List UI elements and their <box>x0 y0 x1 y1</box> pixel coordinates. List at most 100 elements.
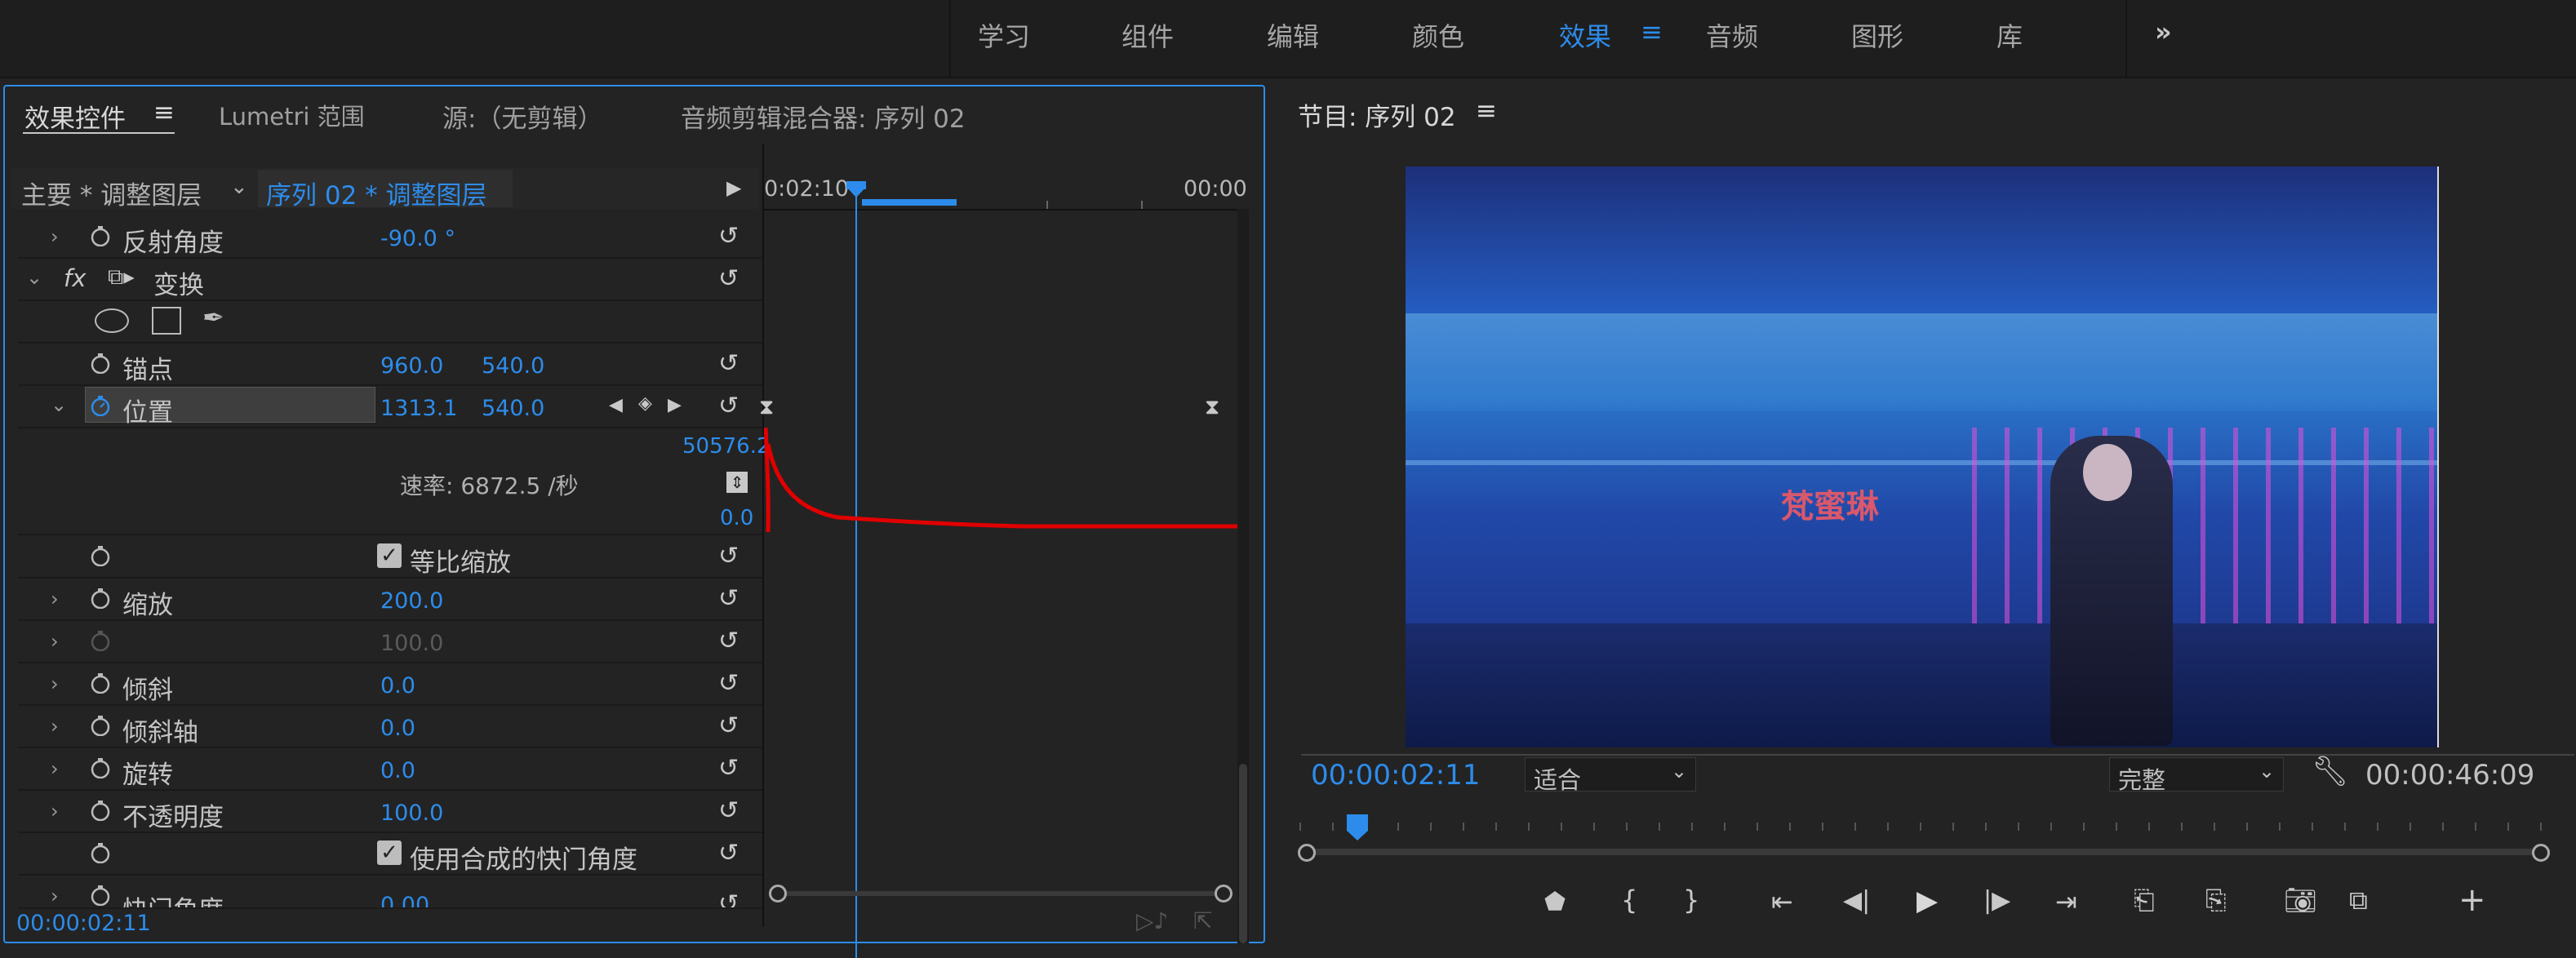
uniform-scale-checkbox[interactable]: ✓ <box>377 543 402 568</box>
scrollbar-thumb[interactable] <box>1239 764 1247 943</box>
reset-icon[interactable]: ↺ <box>718 669 739 698</box>
stopwatch-icon[interactable] <box>90 545 111 566</box>
anchor-y-value[interactable]: 540.0 <box>482 353 544 379</box>
stopwatch-active-icon[interactable] <box>90 395 111 416</box>
video-frame[interactable]: 梵蜜琳 <box>1406 166 2439 747</box>
pen-mask-icon[interactable]: ✒ <box>202 302 224 333</box>
tab-source[interactable]: 源:（无剪辑） <box>442 98 602 135</box>
fit-select[interactable]: 适合 ⌄ <box>1525 757 1696 794</box>
playhead-timecode[interactable]: 00:00:02:11 <box>1311 759 1480 792</box>
stopwatch-icon[interactable] <box>90 225 111 246</box>
reflect-angle-value[interactable]: -90.0 ° <box>380 226 455 251</box>
workspace-effects[interactable]: 效果 <box>1559 16 1611 54</box>
export-icon[interactable]: ⇱ <box>1193 907 1212 934</box>
stopwatch-icon[interactable] <box>90 842 111 863</box>
work-area-bar[interactable] <box>862 199 957 206</box>
sequence-clip-label[interactable]: 序列 02 * 调整图层 <box>266 175 487 211</box>
opacity-value[interactable]: 100.0 <box>380 801 443 826</box>
step-forward-icon[interactable]: |▶ <box>1983 886 2010 915</box>
collapse-chevron-icon[interactable]: ⌄ <box>26 266 42 289</box>
wrench-settings-icon[interactable]: 🔧︎ <box>2312 754 2349 788</box>
reset-icon[interactable]: ↺ <box>718 889 739 907</box>
quality-select[interactable]: 完整 ⌄ <box>2109 757 2284 794</box>
extract-icon[interactable]: ⎘ <box>2205 885 2227 916</box>
zoom-handle-right[interactable] <box>1215 885 1232 903</box>
stopwatch-icon[interactable] <box>90 800 111 821</box>
sequence-clip-box[interactable]: 序列 02 * 调整图层 <box>258 170 513 211</box>
reset-icon[interactable]: ↺ <box>718 796 739 825</box>
position-y-value[interactable]: 540.0 <box>482 396 544 421</box>
play-only-icon[interactable]: ▶ <box>726 176 741 199</box>
stopwatch-icon[interactable] <box>90 353 111 374</box>
reset-icon[interactable]: ↺ <box>718 542 739 570</box>
skew-value[interactable]: 0.0 <box>380 673 415 699</box>
stopwatch-icon[interactable] <box>90 715 111 736</box>
ellipse-mask-icon[interactable] <box>95 308 129 333</box>
reset-icon[interactable]: ↺ <box>718 264 739 293</box>
workspace-libraries[interactable]: 库 <box>1996 16 2023 54</box>
keyframe-icon[interactable]: ⧗ <box>759 395 774 420</box>
left-timecode[interactable]: 00:00:02:11 <box>16 911 151 936</box>
fx-icon[interactable]: fx <box>64 264 86 292</box>
reset-icon[interactable]: ↺ <box>718 712 739 740</box>
reset-icon[interactable]: ↺ <box>718 222 739 251</box>
expand-chevron-icon[interactable]: › <box>51 630 59 653</box>
workspace-color[interactable]: 颜色 <box>1412 16 1464 54</box>
expand-chevron-icon[interactable]: › <box>51 885 59 907</box>
add-keyframe-icon[interactable]: ◈ <box>638 393 652 414</box>
expand-chevron-icon[interactable]: › <box>51 800 59 823</box>
timeline-zoom-bar[interactable] <box>764 876 1239 909</box>
tab-lumetri[interactable]: Lumetri 范围 <box>219 98 365 132</box>
playhead-handle-top[interactable] <box>846 181 866 189</box>
chevron-down-icon[interactable]: ⌄ <box>230 175 248 199</box>
next-keyframe-icon[interactable]: ▶ <box>668 395 682 415</box>
tab-effect-controls[interactable]: 效果控件 <box>24 98 126 135</box>
vertical-scrollbar[interactable] <box>1237 209 1249 943</box>
comparison-view-icon[interactable]: ⧉ <box>2349 885 2368 916</box>
reset-icon[interactable]: ↺ <box>718 584 739 613</box>
audio-solo-icon[interactable]: ▷♪ <box>1136 907 1168 934</box>
tab-audio-mixer[interactable]: 音频剪辑混合器: 序列 02 <box>681 98 966 135</box>
reset-icon[interactable]: ↺ <box>718 392 739 420</box>
expand-chevron-icon[interactable]: › <box>51 588 59 610</box>
graph-scale-icon[interactable]: ⇕ <box>726 472 748 493</box>
workspace-learn[interactable]: 学习 <box>978 16 1030 54</box>
scale-value[interactable]: 200.0 <box>380 588 443 614</box>
skew-axis-value[interactable]: 0.0 <box>380 716 415 741</box>
workspace-editing[interactable]: 编辑 <box>1267 16 1319 54</box>
monitor-playhead-handle[interactable] <box>1347 814 1368 831</box>
workspace-menu-icon[interactable]: ≡ <box>1641 16 1663 47</box>
prev-keyframe-icon[interactable]: ◀ <box>609 395 623 415</box>
zoom-bar-track[interactable] <box>780 891 1223 896</box>
keyframe-icon[interactable]: ⧗ <box>1205 395 1219 420</box>
expand-chevron-icon[interactable]: › <box>51 672 59 695</box>
zoom-handle-right[interactable] <box>2532 844 2550 862</box>
shutter-angle-value[interactable]: 0.00 <box>380 893 429 907</box>
collapse-chevron-icon[interactable]: ⌄ <box>51 393 67 416</box>
zoom-handle-left[interactable] <box>1298 844 1316 862</box>
anchor-x-value[interactable]: 960.0 <box>380 353 443 379</box>
reset-icon[interactable]: ↺ <box>718 627 739 655</box>
panel-menu-icon[interactable]: ≡ <box>1476 96 1497 126</box>
workspace-audio[interactable]: 音频 <box>1706 16 1758 54</box>
mark-in-icon[interactable]: { <box>1621 885 1637 916</box>
zoom-handle-left[interactable] <box>769 885 787 903</box>
velocity-graph[interactable] <box>764 428 1241 534</box>
program-monitor-title[interactable]: 节目: 序列 02 <box>1298 96 1456 133</box>
go-to-in-icon[interactable]: ⇤ <box>1771 886 1793 917</box>
reset-icon[interactable]: ↺ <box>718 754 739 783</box>
tab-menu-icon[interactable]: ≡ <box>153 98 175 127</box>
rotation-value[interactable]: 0.0 <box>380 758 415 783</box>
lift-icon[interactable]: ⎗ <box>2134 885 2155 916</box>
workspace-assembly[interactable]: 组件 <box>1121 16 1174 54</box>
go-to-out-icon[interactable]: ⇥ <box>2055 886 2077 917</box>
more-workspaces-icon[interactable]: » <box>2155 16 2172 47</box>
workspace-graphics[interactable]: 图形 <box>1851 16 1903 54</box>
stopwatch-icon[interactable] <box>90 885 111 906</box>
stopwatch-icon[interactable] <box>90 672 111 694</box>
reset-icon[interactable]: ↺ <box>718 349 739 378</box>
expand-chevron-icon[interactable]: › <box>51 715 59 738</box>
stopwatch-icon[interactable] <box>90 588 111 609</box>
play-icon[interactable]: ▶ <box>1916 885 1938 917</box>
monitor-playhead-tip[interactable] <box>1347 831 1368 840</box>
